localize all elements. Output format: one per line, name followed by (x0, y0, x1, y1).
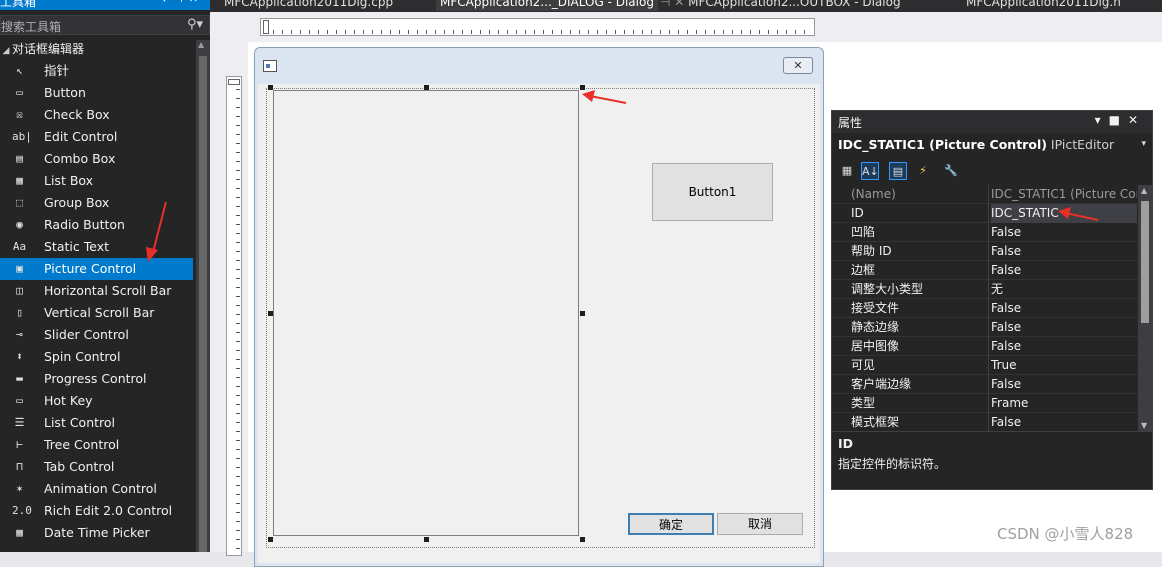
red-arrow-picture-control (582, 90, 627, 104)
watermark: CSDN @小雪人828 (997, 525, 1134, 543)
annotation-arrows (146, 90, 1099, 262)
red-arrow-toolbox (146, 201, 167, 262)
red-arrow-id-property (1058, 207, 1099, 221)
